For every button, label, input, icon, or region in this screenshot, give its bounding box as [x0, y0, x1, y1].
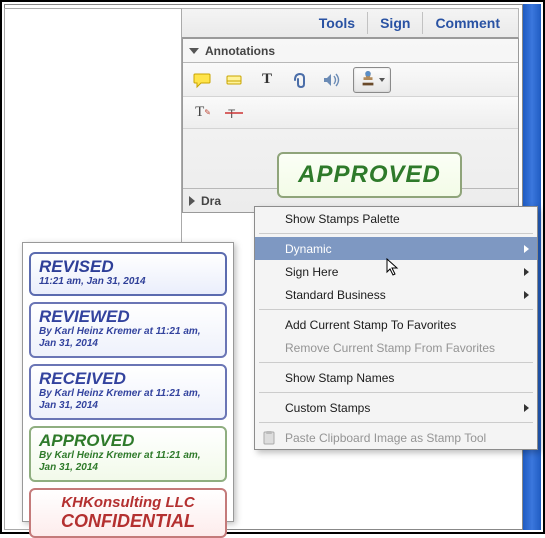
menu-add-favorite[interactable]: Add Current Stamp To Favorites	[255, 313, 537, 336]
dynamic-stamps-submenu: REVISED 11:21 am, Jan 31, 2014 REVIEWED …	[22, 242, 234, 522]
stamp-line1: KHKonsulting LLC	[35, 494, 221, 511]
stamp-tool-button[interactable]	[353, 67, 391, 93]
tab-separator	[422, 12, 423, 34]
menu-dynamic[interactable]: Dynamic	[255, 237, 537, 260]
stamp-received[interactable]: RECEIVED By Karl Heinz Kremer at 11:21 a…	[29, 364, 227, 420]
menu-remove-favorite: Remove Current Stamp From Favorites	[255, 336, 537, 359]
menu-show-stamps-palette[interactable]: Show Stamps Palette	[255, 207, 537, 230]
right-pane-tabs: Tools Sign Comment	[182, 8, 519, 38]
submenu-arrow-icon	[524, 291, 529, 299]
menu-paste-clipboard: Paste Clipboard Image as Stamp Tool	[255, 426, 537, 449]
highlight-icon[interactable]	[225, 70, 245, 90]
text-edit-icon[interactable]: T✎	[193, 103, 213, 123]
stamp-subtitle: By Karl Heinz Kremer at 11:21 am, Jan 31…	[39, 388, 217, 412]
annotation-tools-row-1: T	[183, 63, 518, 97]
stamp-title: REVIEWED	[39, 308, 217, 326]
menu-custom-stamps[interactable]: Custom Stamps	[255, 396, 537, 419]
audio-icon[interactable]	[321, 70, 341, 90]
tab-comment[interactable]: Comment	[425, 11, 510, 35]
stamp-revised[interactable]: REVISED 11:21 am, Jan 31, 2014	[29, 252, 227, 296]
menu-separator	[259, 392, 533, 393]
stamp-subtitle: By Karl Heinz Kremer at 11:21 am, Jan 31…	[39, 326, 217, 350]
submenu-arrow-icon	[524, 268, 529, 276]
submenu-arrow-icon	[524, 245, 529, 253]
menu-separator	[259, 309, 533, 310]
drawing-label: Dra	[201, 194, 221, 208]
stamp-subtitle: 11:21 am, Jan 31, 2014	[39, 276, 217, 288]
sticky-note-icon[interactable]	[193, 70, 213, 90]
menu-show-stamp-names[interactable]: Show Stamp Names	[255, 366, 537, 389]
strikethrough-icon[interactable]: T	[225, 103, 245, 123]
svg-text:T: T	[228, 107, 236, 121]
tab-sign[interactable]: Sign	[370, 11, 420, 35]
approved-text: APPROVED	[298, 161, 441, 189]
stamp-line2: CONFIDENTIAL	[35, 511, 221, 532]
stamp-reviewed[interactable]: REVIEWED By Karl Heinz Kremer at 11:21 a…	[29, 302, 227, 358]
stamp-title: REVISED	[39, 258, 217, 276]
text-tool-icon[interactable]: T	[257, 70, 277, 90]
stamp-approved[interactable]: APPROVED By Karl Heinz Kremer at 11:21 a…	[29, 426, 227, 482]
menu-separator	[259, 233, 533, 234]
stamp-title: RECEIVED	[39, 370, 217, 388]
stamp-preview-approved: APPROVED	[277, 152, 462, 198]
screenshot-frame: Tools Sign Comment Annotations T	[0, 0, 545, 534]
chevron-right-icon	[189, 196, 195, 206]
menu-standard-business[interactable]: Standard Business	[255, 283, 537, 306]
attachment-icon[interactable]	[289, 70, 309, 90]
stamp-title: APPROVED	[39, 432, 217, 450]
chevron-down-icon	[189, 48, 199, 54]
menu-separator	[259, 422, 533, 423]
tab-separator	[367, 12, 368, 34]
annotations-label: Annotations	[205, 44, 275, 58]
menu-separator	[259, 362, 533, 363]
annotations-header[interactable]: Annotations	[183, 39, 518, 63]
submenu-arrow-icon	[524, 404, 529, 412]
stamp-dropdown-menu: Show Stamps Palette Dynamic Sign Here St…	[254, 206, 538, 450]
chevron-down-icon	[379, 78, 385, 82]
menu-sign-here[interactable]: Sign Here	[255, 260, 537, 283]
stamp-subtitle: By Karl Heinz Kremer at 11:21 am, Jan 31…	[39, 450, 217, 474]
tab-tools[interactable]: Tools	[309, 11, 365, 35]
clipboard-icon	[261, 430, 277, 446]
stamp-confidential[interactable]: KHKonsulting LLC CONFIDENTIAL	[29, 488, 227, 538]
annotation-tools-row-2: T✎ T	[183, 97, 518, 129]
